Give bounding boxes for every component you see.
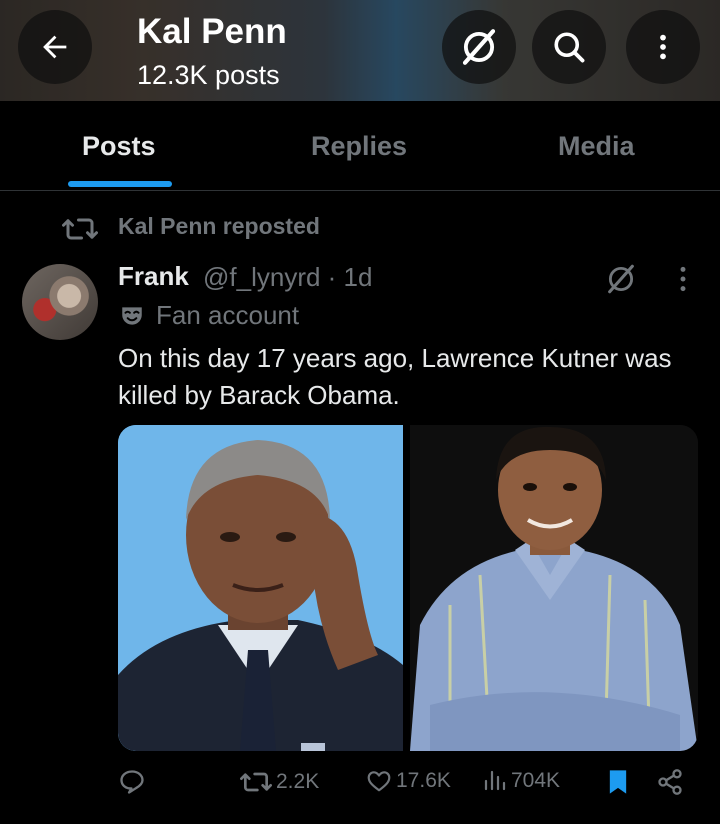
active-tab-indicator	[68, 181, 172, 187]
profile-header: Kal Penn 12.3K posts	[0, 0, 720, 101]
share-button[interactable]	[656, 768, 684, 796]
grok-button[interactable]	[442, 10, 516, 84]
author-handle[interactable]: @f_lynyrd · 1d	[203, 262, 372, 293]
views-icon	[484, 770, 506, 791]
bookmark-button[interactable]	[606, 768, 630, 796]
search-button[interactable]	[532, 10, 606, 84]
photo-kal-penn[interactable]	[410, 425, 698, 751]
post-count: 12.3K posts	[137, 60, 280, 90]
back-arrow-icon	[43, 35, 67, 59]
bookmark-icon	[609, 770, 627, 794]
repost-label[interactable]: Kal Penn reposted	[118, 213, 320, 240]
views-button[interactable]: 704K	[483, 768, 560, 794]
post-text: On this day 17 years ago, Lawrence Kutne…	[118, 343, 672, 410]
views-count: 704K	[511, 769, 561, 792]
more-button[interactable]	[626, 10, 700, 84]
post-media[interactable]	[118, 425, 698, 751]
post-actions: 2.2K 17.6K 704K	[0, 760, 720, 810]
heart-icon	[367, 771, 391, 792]
back-button[interactable]	[18, 10, 92, 84]
search-icon	[554, 32, 585, 63]
tab-media[interactable]: Media	[558, 131, 635, 162]
theater-mask-icon	[122, 307, 142, 325]
reply-icon	[120, 770, 144, 794]
author-name[interactable]: Frank	[118, 261, 189, 292]
profile-title: Kal Penn	[137, 12, 287, 51]
grok-icon[interactable]	[604, 262, 638, 296]
profile-tabs: Posts Replies Media	[0, 101, 720, 191]
tab-posts[interactable]: Posts	[82, 131, 156, 162]
like-button[interactable]: 17.6K	[366, 768, 451, 794]
like-count: 17.6K	[396, 769, 451, 792]
avatar[interactable]	[22, 264, 98, 340]
more-vertical-icon[interactable]	[670, 264, 696, 294]
share-icon	[658, 769, 682, 795]
fan-account-badge: Fan account	[156, 300, 300, 330]
grok-icon	[462, 29, 496, 65]
repost-button[interactable]: 2.2K	[240, 768, 319, 796]
reply-button[interactable]	[118, 768, 150, 796]
repost-icon	[240, 772, 272, 792]
photo-obama[interactable]	[118, 425, 403, 751]
tab-replies[interactable]: Replies	[311, 131, 407, 162]
repost-count: 2.2K	[276, 770, 320, 793]
repost-icon	[62, 218, 98, 240]
more-vertical-icon	[660, 34, 666, 60]
